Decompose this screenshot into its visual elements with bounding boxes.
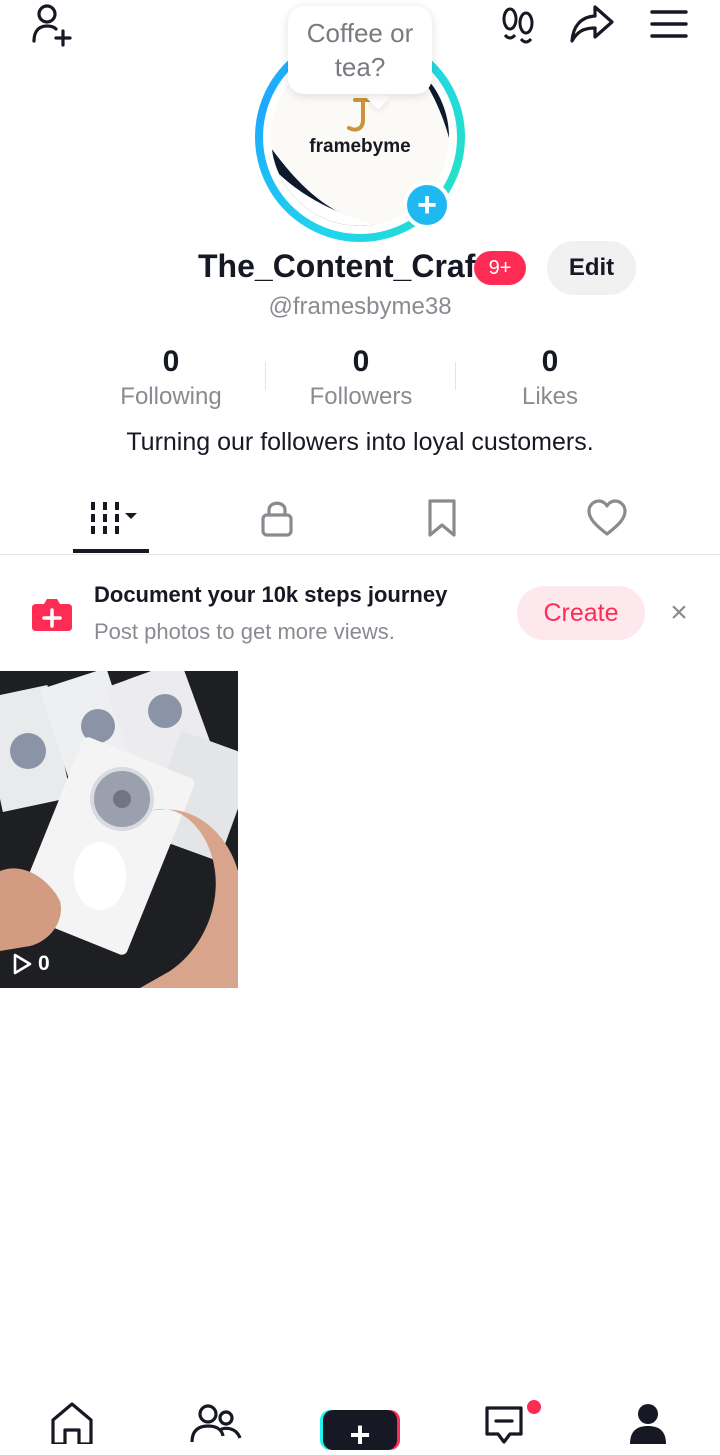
create-button[interactable]: Create [517, 586, 645, 640]
profile-username: The_Content_Craft [198, 248, 487, 284]
active-tab-indicator [73, 549, 149, 553]
notification-badge[interactable]: 9+ [474, 251, 526, 285]
profile-handle: @framesbyme38 [268, 293, 452, 320]
add-avatar-button[interactable]: + [403, 181, 451, 229]
nav-profile[interactable] [618, 1400, 678, 1444]
nav-home[interactable] [42, 1400, 102, 1444]
profile-bio: Turning our followers into loyal custome… [126, 428, 594, 456]
likes-count: 0 [541, 345, 559, 378]
person-plus-icon [32, 4, 72, 47]
home-icon [51, 1402, 93, 1444]
footprints-button[interactable] [494, 2, 542, 48]
nav-inbox[interactable] [474, 1400, 534, 1444]
banner-title: Document your 10k steps journey [94, 582, 448, 607]
videos-grid-icon [91, 502, 137, 534]
chevron-down-icon [125, 513, 137, 519]
note-tooltip[interactable]: Coffee or tea? [288, 6, 432, 94]
video-thumbnail[interactable]: 0 [0, 671, 238, 988]
friends-icon [190, 1404, 242, 1443]
inbox-icon [485, 1406, 523, 1444]
stat-likes[interactable]: 0 Likes [470, 344, 630, 412]
menu-button[interactable] [644, 4, 694, 44]
likes-label: Likes [521, 383, 579, 410]
lock-icon [261, 501, 293, 537]
video-view-count: 0 [38, 952, 50, 975]
share-arrow-icon [570, 5, 614, 43]
create-plus-icon: + [323, 1410, 397, 1453]
edit-profile-button[interactable]: Edit [547, 241, 636, 295]
stat-followers[interactable]: 0 Followers [281, 344, 441, 412]
followers-count: 0 [352, 345, 370, 378]
close-banner-button[interactable]: × [664, 596, 694, 630]
stat-divider [265, 362, 266, 390]
stat-following[interactable]: 0 Following [91, 344, 251, 412]
add-friend-button[interactable] [28, 2, 78, 48]
photo-plus-icon [32, 599, 72, 631]
video-views: 0 [12, 952, 50, 976]
tab-videos[interactable] [66, 490, 166, 546]
create-post-button[interactable]: + [320, 1410, 400, 1453]
share-profile-button[interactable] [566, 0, 618, 48]
tab-saved[interactable] [392, 490, 492, 546]
following-label: Following [120, 383, 222, 410]
footprints-icon [502, 7, 534, 44]
tab-liked[interactable] [557, 490, 657, 546]
followers-label: Followers [309, 383, 413, 410]
stat-divider [455, 362, 456, 390]
following-count: 0 [162, 345, 180, 378]
profile-icon [630, 1404, 666, 1444]
avatar-brand-text: framebyme [309, 136, 411, 157]
banner-subtitle: Post photos to get more views. [94, 619, 395, 644]
video-preview-image [0, 671, 238, 988]
play-icon [13, 953, 32, 975]
tab-private[interactable] [227, 490, 327, 546]
nav-friends[interactable] [186, 1400, 246, 1444]
heart-icon [587, 499, 627, 536]
tabs-divider [0, 554, 720, 555]
hamburger-menu-icon [650, 10, 688, 38]
inbox-unread-dot [527, 1400, 541, 1414]
bookmark-icon [428, 499, 456, 537]
